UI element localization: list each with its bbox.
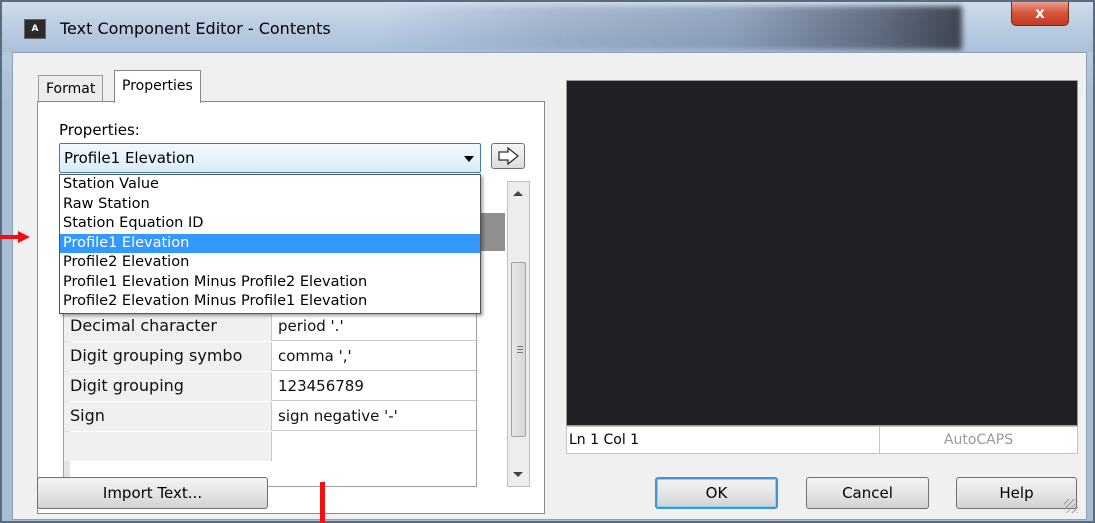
grid-cell-name xyxy=(64,432,272,461)
window-title: Text Component Editor - Contents xyxy=(60,19,331,38)
table-row[interactable] xyxy=(64,432,478,461)
properties-selected-value: Profile1 Elevation xyxy=(64,149,195,167)
properties-combobox[interactable]: Profile1 Elevation xyxy=(59,143,481,173)
scroll-up-icon[interactable] xyxy=(513,191,523,196)
text-component-editor-window: A Text Component Editor - Contents x For… xyxy=(0,0,1095,523)
table-row[interactable]: Digit grouping 123456789 xyxy=(64,372,478,401)
grip-icon xyxy=(517,352,523,353)
table-row[interactable]: Digit grouping symbo comma ',' xyxy=(64,342,478,371)
grid-cell-value[interactable]: 123456789 xyxy=(278,372,364,401)
dialog-client-area: Format Properties Properties: Profile1 E… xyxy=(12,52,1087,520)
grid-cell-value[interactable]: sign negative '-' xyxy=(278,402,398,431)
list-item[interactable]: Profile2 Elevation Minus Profile1 Elevat… xyxy=(60,292,480,312)
grid-cell-name: Digit grouping symbo xyxy=(64,342,272,371)
cancel-button[interactable]: Cancel xyxy=(806,477,929,509)
grid-cell-value[interactable]: period '.' xyxy=(278,312,344,341)
list-item[interactable]: Station Value xyxy=(60,175,480,195)
autocaps-status[interactable]: AutoCAPS xyxy=(879,426,1078,454)
table-row[interactable]: Decimal character period '.' xyxy=(64,312,478,341)
list-item[interactable]: Raw Station xyxy=(60,195,480,215)
properties-label: Properties: xyxy=(59,121,140,139)
grid-cell-value[interactable]: comma ',' xyxy=(278,342,352,371)
annotation-marker-line xyxy=(320,482,325,523)
title-bar[interactable]: A Text Component Editor - Contents x xyxy=(2,2,1093,52)
properties-dropdown-list[interactable]: Station Value Raw Station Station Equati… xyxy=(59,174,481,314)
tab-properties[interactable]: Properties xyxy=(114,70,201,103)
list-item[interactable]: Station Equation ID xyxy=(60,214,480,234)
list-item[interactable]: Profile1 Elevation Minus Profile2 Elevat… xyxy=(60,273,480,293)
list-item-selected[interactable]: Profile1 Elevation xyxy=(60,233,480,253)
grid-selected-cell xyxy=(479,213,505,251)
contents-preview-editor[interactable] xyxy=(566,80,1078,426)
resize-grip-icon[interactable] xyxy=(1064,499,1078,513)
scroll-down-icon[interactable] xyxy=(513,472,523,477)
insert-property-button[interactable] xyxy=(491,143,525,169)
ok-button[interactable]: OK xyxy=(655,477,778,509)
import-text-button[interactable]: Import Text... xyxy=(37,477,268,509)
grid-cell-name: Digit grouping xyxy=(64,372,272,401)
scrollbar-thumb[interactable] xyxy=(511,262,526,437)
grid-cell-name: Sign xyxy=(64,402,272,431)
tab-format[interactable]: Format xyxy=(38,75,104,102)
title-bar-background xyxy=(382,6,962,50)
property-grid-scrollbar[interactable] xyxy=(507,181,530,487)
list-item[interactable]: Profile2 Elevation xyxy=(60,253,480,273)
help-button[interactable]: Help xyxy=(956,477,1077,509)
grid-cell-name: Decimal character xyxy=(64,312,272,341)
autocad-app-icon: A xyxy=(24,19,46,39)
grip-icon xyxy=(517,349,523,350)
cursor-position-status: Ln 1 Col 1 xyxy=(566,426,880,454)
close-button[interactable]: x xyxy=(1011,2,1069,26)
chevron-down-icon[interactable] xyxy=(464,156,474,162)
table-row[interactable]: Sign sign negative '-' xyxy=(64,402,478,431)
arrow-right-icon xyxy=(498,146,520,166)
grip-icon xyxy=(517,346,523,347)
annotation-arrow-icon xyxy=(0,231,30,243)
